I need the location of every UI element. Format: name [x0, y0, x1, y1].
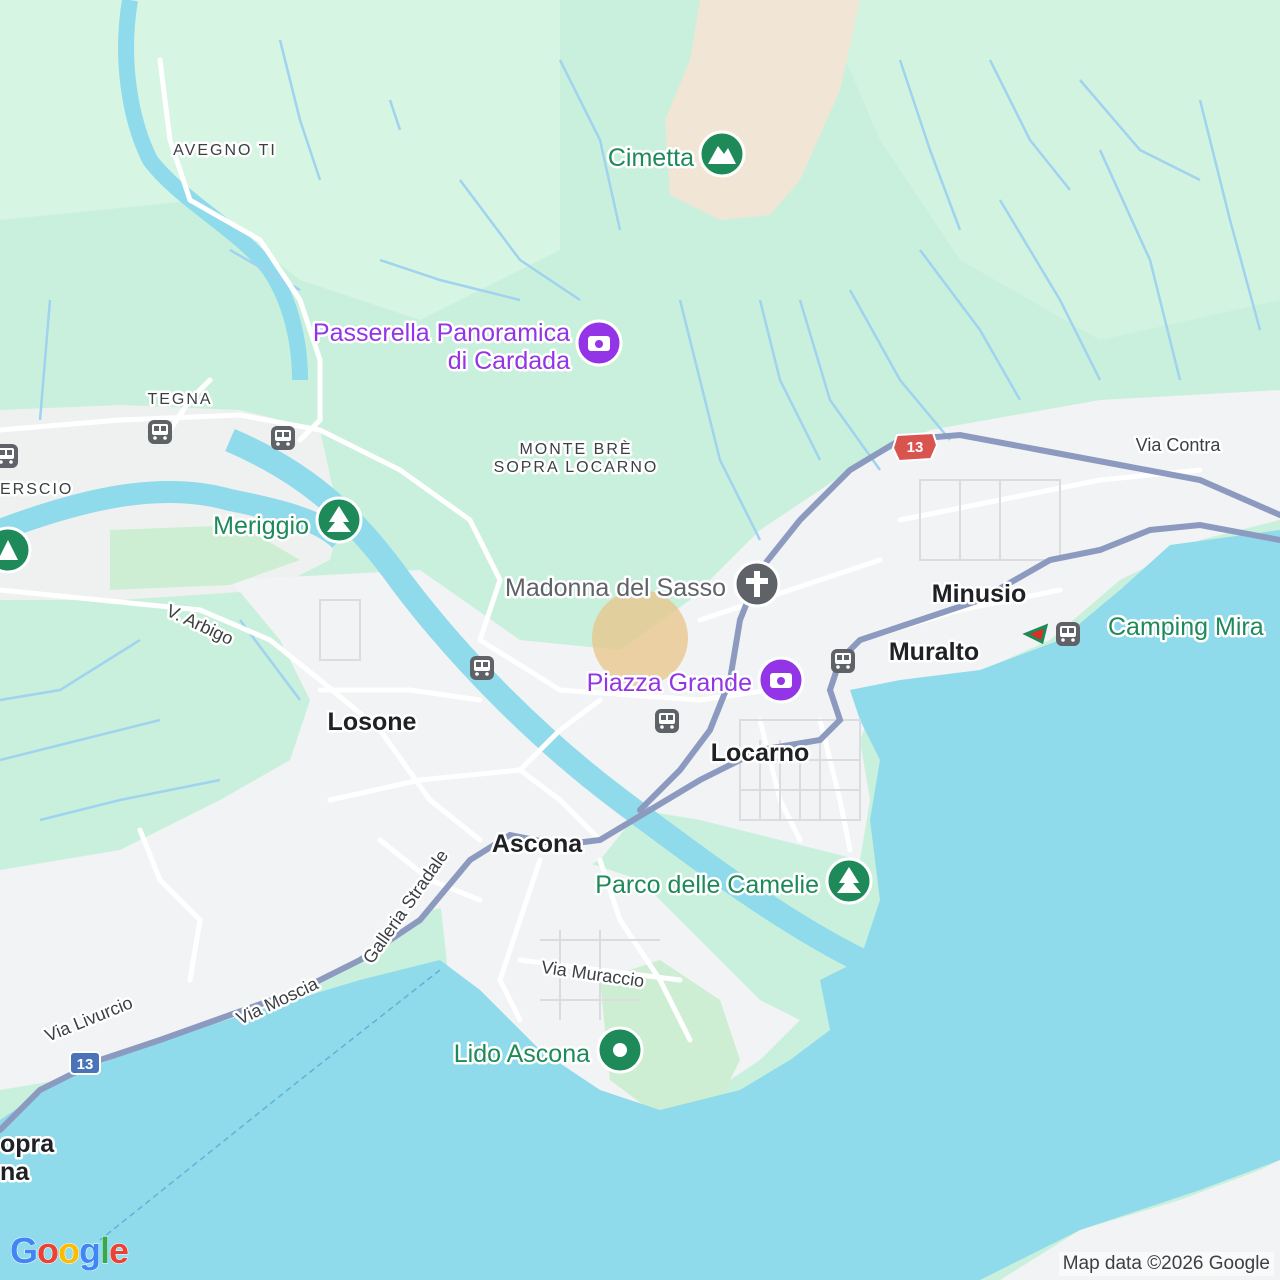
- logo-letter: e: [109, 1230, 130, 1272]
- train-icon[interactable]: [831, 649, 855, 673]
- town-label-locarno[interactable]: Locarno: [708, 737, 812, 770]
- town-label-ronco-2[interactable]: na: [0, 1156, 33, 1189]
- church-icon[interactable]: [733, 560, 781, 608]
- train-icon[interactable]: [655, 709, 679, 733]
- google-logo[interactable]: Google: [9, 1230, 130, 1272]
- map-attribution[interactable]: Map data ©2026 Google: [1058, 1252, 1274, 1276]
- logo-letter: o: [37, 1230, 60, 1272]
- town-label-ascona[interactable]: Ascona: [489, 828, 585, 861]
- poi-label-cimetta[interactable]: Cimetta: [605, 142, 696, 175]
- town-label-ronco-1[interactable]: opra: [0, 1128, 58, 1161]
- village-label-avegno: AVEGNO TI: [173, 142, 277, 159]
- train-icon[interactable]: [148, 420, 172, 444]
- tree-icon[interactable]: [315, 496, 363, 544]
- poi-label-meriggio[interactable]: Meriggio: [211, 510, 312, 543]
- poi-label-lido-ascona[interactable]: Lido Ascona: [451, 1038, 592, 1071]
- poi-label-passerella-2[interactable]: di Cardada: [445, 345, 572, 378]
- poi-label-camping[interactable]: Camping Mira: [1106, 611, 1267, 644]
- street-label-via-contra: Via Contra: [1136, 435, 1222, 455]
- train-icon[interactable]: [470, 656, 494, 680]
- route-13-shield-bottom[interactable]: 13: [69, 1051, 101, 1075]
- train-icon[interactable]: [271, 426, 295, 450]
- poi-label-passerella-1[interactable]: Passerella Panoramica: [310, 317, 572, 350]
- camera-icon[interactable]: [757, 656, 805, 704]
- village-label-verscio: ERSCIO: [0, 481, 73, 498]
- pin-icon[interactable]: [596, 1026, 644, 1074]
- town-label-minusio[interactable]: Minusio: [929, 578, 1028, 611]
- svg-text:13: 13: [907, 439, 924, 456]
- logo-letter: g: [79, 1230, 102, 1272]
- mountain-icon[interactable]: [0, 526, 32, 574]
- logo-letter: G: [9, 1230, 38, 1272]
- village-label-tegna: TEGNA: [147, 391, 212, 408]
- town-label-losone[interactable]: Losone: [325, 706, 419, 739]
- tree-icon[interactable]: [825, 857, 873, 905]
- poi-label-piazza-grande[interactable]: Piazza Grande: [584, 667, 754, 700]
- town-label-muralto[interactable]: Muralto: [886, 636, 981, 669]
- train-icon[interactable]: [1056, 622, 1080, 646]
- poi-label-madonna-del-sasso[interactable]: Madonna del Sasso: [503, 572, 729, 605]
- area-label-monte-bre-2: SOPRA LOCARNO: [494, 459, 659, 476]
- map-canvas[interactable]: 13 13 Cimetta AVEGNO TI Passerella Panor…: [0, 0, 1280, 1280]
- area-label-monte-bre-1: MONTE BRÈ: [519, 439, 632, 458]
- svg-text:13: 13: [77, 1056, 94, 1073]
- train-icon[interactable]: [0, 444, 18, 468]
- mountain-icon[interactable]: [698, 130, 746, 178]
- logo-letter: o: [58, 1230, 81, 1272]
- camera-icon[interactable]: [575, 319, 623, 367]
- logo-letter: l: [100, 1230, 111, 1272]
- poi-label-parco-delle-camelie[interactable]: Parco delle Camelie: [593, 869, 822, 902]
- route-13-shield-top[interactable]: 13: [891, 431, 939, 463]
